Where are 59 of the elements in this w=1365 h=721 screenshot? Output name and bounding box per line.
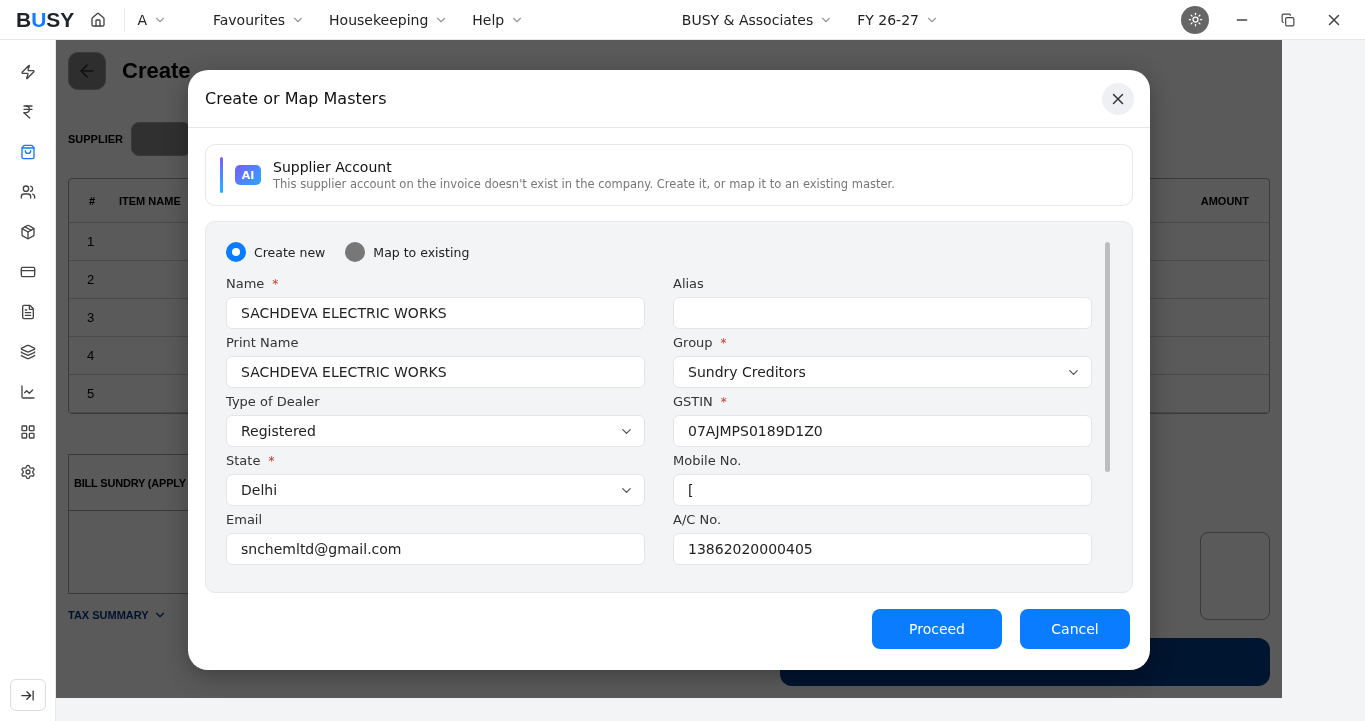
bill-sundry-heading: BILL SUNDRY (APPLY [74,476,186,489]
required-mark: * [268,453,275,468]
field-label: Mobile No. [673,453,742,468]
input-field[interactable]: 07AJMPS0189D1Z0 [673,415,1092,447]
field-label: GSTIN [673,394,713,409]
menu-item[interactable]: Help [472,11,525,28]
supplier-label: SUPPLIER [68,133,123,145]
field-label: Name [226,276,265,291]
field-label: Alias [673,276,704,291]
required-mark: * [720,394,727,409]
close-button[interactable] [1102,82,1134,115]
row-number: 3 [86,310,96,325]
column-header: # [87,194,97,207]
field-label: State [226,453,261,468]
restore-icon[interactable] [1281,12,1295,27]
row-number: 4 [86,348,96,363]
proceed-button[interactable]: Proceed [872,609,1002,649]
year-selector[interactable]: FY 26-27 [857,11,939,28]
input-field[interactable] [673,297,1092,329]
field-label: A/C No. [673,512,722,527]
ai-badge: AI [235,165,261,185]
radio-option[interactable]: Map to existing [345,242,470,262]
info-title: Supplier Account [273,159,393,175]
cancel-button[interactable]: Cancel [1020,609,1130,649]
dropdown-field[interactable]: Sundry Creditors [673,356,1092,388]
info-text: This supplier account on the invoice doesn't exist in the company. Create it, or map it to an existing master. [273,177,895,191]
theme-toggle-button[interactable] [1181,5,1209,34]
company-selector[interactable]: BUSY & Associates [681,11,834,28]
radio-option[interactable]: Create new [226,242,326,262]
back-button[interactable] [68,52,106,90]
row-number: 5 [86,386,96,401]
dropdown-field[interactable]: Registered [226,415,645,447]
input-field[interactable]: SACHDEVA ELECTRIC WORKS [226,297,645,329]
input-field[interactable]: SACHDEVA ELECTRIC WORKS [226,356,645,388]
expand-sidebar-button[interactable] [9,679,46,711]
input-field[interactable]: 13862020000405 [673,533,1092,565]
page-title: Create [122,58,191,84]
dropdown-field[interactable]: Delhi [226,474,645,506]
scrollbar[interactable] [1105,242,1110,472]
field-label: Email [226,512,263,527]
input-field[interactable]: snchemltd@gmail.com [226,533,645,565]
field-label: Type of Dealer [226,394,320,409]
required-mark: * [272,276,279,291]
user-menu[interactable]: A [137,11,167,28]
row-number: 2 [86,272,96,287]
required-mark: * [720,335,727,350]
row-number: 1 [86,234,96,249]
sun-icon [1187,12,1203,27]
dialog-title: Create or Map Masters [205,89,387,108]
column-header: ITEM NAME [118,194,182,207]
input-field[interactable]: [ [673,474,1092,506]
field-label: Group [673,335,713,350]
menu-item[interactable]: Favourites [212,11,306,28]
menu-item[interactable]: Housekeeping [329,11,449,28]
supplier-field[interactable] [131,122,191,156]
accent-bar [220,157,223,193]
column-header: AMOUNT [1199,194,1250,207]
logo: BUSY [16,7,75,32]
field-label: Print Name [226,335,299,350]
